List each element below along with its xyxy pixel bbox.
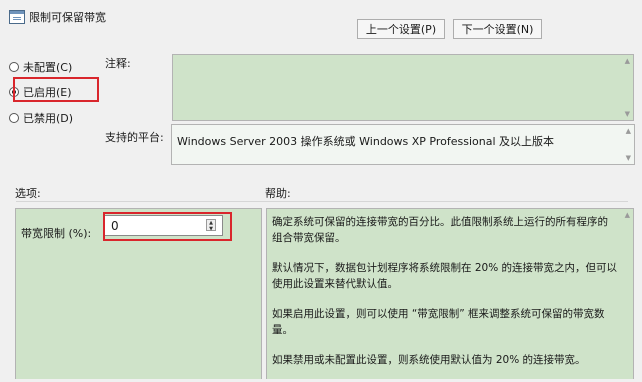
radio-not-configured[interactable]: 未配置(C)	[9, 59, 72, 75]
radio-label: 未配置(C)	[23, 61, 73, 74]
scroll-down-icon[interactable]: ▼	[625, 110, 630, 118]
radio-label: 已禁用(D)	[23, 112, 74, 125]
previous-setting-button[interactable]: 上一个设置(P)	[357, 19, 445, 39]
scroll-up-icon[interactable]: ▲	[625, 211, 630, 219]
enabled-highlight-box	[13, 77, 99, 102]
radio-disabled[interactable]: 已禁用(D)	[9, 110, 73, 126]
scroll-down-icon[interactable]: ▼	[626, 154, 631, 162]
help-paragraph: 如果启用此设置，则可以使用 “带宽限制” 框来调整系统可保留的带宽数量。	[272, 308, 605, 336]
divider	[16, 201, 628, 202]
radio-indicator[interactable]	[9, 62, 19, 72]
window-title: 限制可保留带宽	[29, 11, 106, 24]
help-panel: 确定系统可保留的连接带宽的百分比。此值限制系统上运行的所有程序的组合带宽保留。 …	[266, 208, 634, 379]
help-paragraph: 确定系统可保留的连接带宽的百分比。此值限制系统上运行的所有程序的组合带宽保留。	[272, 216, 608, 244]
next-setting-button[interactable]: 下一个设置(N)	[453, 19, 542, 39]
platform-value: Windows Server 2003 操作系统或 Windows XP Pro…	[177, 135, 555, 148]
comment-label: 注释:	[105, 57, 131, 70]
scroll-up-icon[interactable]: ▲	[625, 57, 630, 65]
help-section-label: 帮助:	[265, 187, 291, 200]
platform-field: Windows Server 2003 操作系统或 Windows XP Pro…	[171, 124, 635, 165]
bandwidth-limit-label: 带宽限制 (%):	[21, 227, 92, 240]
comment-textarea[interactable]: ▲ ▼	[172, 54, 634, 121]
scroll-up-icon[interactable]: ▲	[626, 127, 631, 135]
help-text: 确定系统可保留的连接带宽的百分比。此值限制系统上运行的所有程序的组合带宽保留。 …	[272, 214, 618, 382]
help-paragraph: 如果禁用或未配置此设置，则系统使用默认值为 20% 的连接带宽。	[272, 354, 586, 366]
policy-icon	[9, 10, 25, 24]
help-paragraph: 默认情况下，数据包计划程序将系统限制在 20% 的连接带宽之内，但可以使用此设置…	[272, 262, 618, 290]
radio-indicator[interactable]	[9, 113, 19, 123]
options-section-label: 选项:	[15, 187, 41, 200]
platform-label: 支持的平台:	[105, 131, 164, 144]
bandwidth-highlight-box	[103, 212, 232, 241]
